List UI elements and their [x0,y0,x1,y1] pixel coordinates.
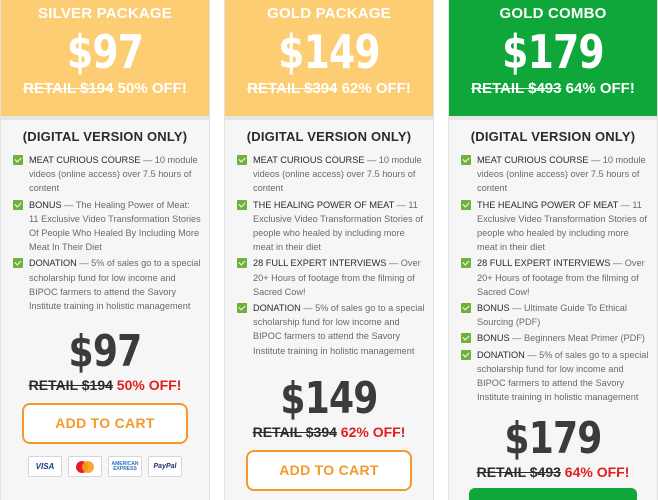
checkmark-icon [461,349,471,360]
checkmark-icon [461,155,471,165]
checkmark-icon [461,199,471,210]
checkmark-icon [237,258,247,269]
paypal-icon: PayPal [148,456,182,478]
divider [449,116,657,120]
feature-name: MEAT CURIOUS COURSE [29,155,141,165]
bottom-retail-line: RETAIL $394 62% OFF! [225,424,433,440]
visa-label: VISA [35,462,55,472]
feature-list: MEAT CURIOUS COURSE — 10 module videos (… [1,153,209,313]
feature-name: DONATION [477,349,525,360]
retail-line: RETAIL $394 62% OFF! [225,80,433,97]
feature-name: DONATION [29,258,77,269]
package-title: GOLD COMBO [499,5,607,22]
silver-package-header: SILVER PACKAGE $97 RETAIL $194 50% OFF! [1,0,209,116]
retail-price: RETAIL $394 [247,80,338,97]
feature-name: 28 FULL EXPERT INTERVIEWS [477,258,611,269]
divider [1,116,209,120]
feature-name: 28 FULL EXPERT INTERVIEWS [253,258,387,269]
bottom-retail-line: RETAIL $493 64% OFF! [449,464,657,480]
package-price: $179 [502,25,605,79]
package-title: SILVER PACKAGE [38,5,172,22]
package-title: GOLD PACKAGE [267,5,391,22]
discount: 50% OFF! [117,80,187,97]
feature-item: THE HEALING POWER OF MEAT — 11 Exclusive… [461,198,649,255]
add-to-cart-button[interactable]: ADD TO CART [22,403,188,445]
gold-package-card: GOLD PACKAGE $149 RETAIL $394 62% OFF! (… [224,0,434,500]
feature-name: MEAT CURIOUS COURSE [477,155,589,165]
amex-label: AMERICAN EXPRESS [111,460,139,472]
feature-name: DONATION [253,303,301,314]
bottom-discount: 50% OFF! [116,377,182,394]
discount: 64% OFF! [565,80,635,97]
divider [225,116,433,120]
checkmark-icon [237,303,247,314]
digital-version-note: (DIGITAL VERSION ONLY) [246,129,412,144]
package-price: $149 [278,25,381,79]
checkmark-icon [13,155,23,165]
retail-line: RETAIL $194 50% OFF! [1,80,209,97]
add-to-cart-button[interactable]: ADD TO CART [246,449,412,491]
bottom-discount: 64% OFF! [564,464,630,481]
feature-item: BONUS — Beginners Meat Primer (PDF) [461,331,649,345]
feature-name: THE HEALING POWER OF MEAT [477,199,619,210]
gold-combo-header: GOLD COMBO $179 RETAIL $493 64% OFF! [449,0,657,116]
checkmark-icon [13,199,23,210]
retail-line: RETAIL $493 64% OFF! [449,80,657,97]
bottom-price: $179 [504,413,602,465]
discount: 62% OFF! [341,80,411,97]
checkmark-icon [461,258,471,269]
feature-item: DONATION — 5% of sales go to a special s… [237,301,425,358]
feature-item: THE HEALING POWER OF MEAT — 11 Exclusive… [237,198,425,255]
feature-desc: — Beginners Meat Primer (PDF) [509,333,645,344]
retail-price: RETAIL $194 [23,80,114,97]
digital-version-note: (DIGITAL VERSION ONLY) [470,129,636,144]
visa-icon: VISA [28,456,62,478]
retail-price: RETAIL $493 [471,80,562,97]
checkmark-icon [237,155,247,165]
feature-name: THE HEALING POWER OF MEAT [253,199,395,210]
payment-methods: VISA AMERICAN EXPRESS PayPal [1,456,209,478]
checkmark-icon [461,333,471,344]
bottom-retail-price: RETAIL $194 [28,377,113,394]
gold-combo-card: GOLD COMBO $179 RETAIL $493 64% OFF! (DI… [448,0,658,500]
checkmark-icon [461,303,471,314]
bottom-retail-line: RETAIL $194 50% OFF! [1,377,209,393]
bottom-retail-price: RETAIL $493 [476,464,561,481]
paypal-label: PayPal [153,463,177,471]
feature-item: 28 FULL EXPERT INTERVIEWS — Over 20+ Hou… [237,256,425,299]
feature-name: BONUS [477,303,510,314]
feature-list: MEAT CURIOUS COURSE — 10 module videos (… [449,153,657,404]
bottom-price: $149 [280,372,378,424]
silver-package-card: SILVER PACKAGE $97 RETAIL $194 50% OFF! … [0,0,210,500]
feature-item: 28 FULL EXPERT INTERVIEWS — Over 20+ Hou… [461,256,649,299]
add-to-cart-button[interactable] [469,488,637,500]
mastercard-icon [68,456,102,478]
bottom-retail-price: RETAIL $394 [252,423,337,440]
feature-item: MEAT CURIOUS COURSE — 10 module videos (… [461,153,649,196]
digital-version-note: (DIGITAL VERSION ONLY) [22,129,188,144]
feature-name: MEAT CURIOUS COURSE [253,155,365,165]
feature-item: MEAT CURIOUS COURSE — 10 module videos (… [237,153,425,196]
bottom-price: $97 [68,326,143,378]
feature-item: DONATION — 5% of sales go to a special s… [461,348,649,405]
feature-item: DONATION — 5% of sales go to a special s… [13,256,201,313]
feature-list: MEAT CURIOUS COURSE — 10 module videos (… [225,153,433,358]
american-express-icon: AMERICAN EXPRESS [108,456,142,478]
feature-item: MEAT CURIOUS COURSE — 10 module videos (… [13,153,201,196]
feature-name: BONUS [477,333,510,344]
feature-item: BONUS — The Healing Power of Meat: 11 Ex… [13,198,201,255]
checkmark-icon [13,258,23,269]
checkmark-icon [237,199,247,210]
bottom-discount: 62% OFF! [340,423,406,440]
gold-package-header: GOLD PACKAGE $149 RETAIL $394 62% OFF! [225,0,433,116]
feature-name: BONUS [29,199,62,210]
feature-item: BONUS — Ultimate Guide To Ethical Sourci… [461,301,649,329]
package-price: $97 [66,25,144,79]
